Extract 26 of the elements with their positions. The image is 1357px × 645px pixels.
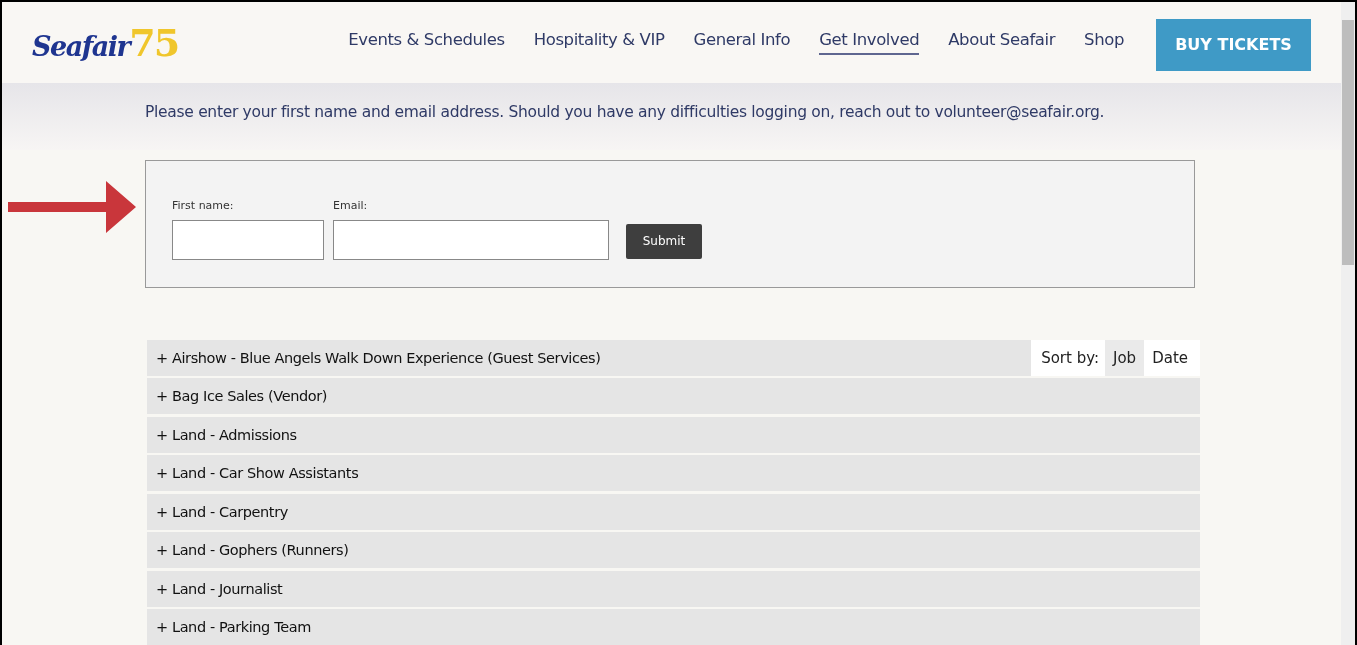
job-row[interactable]: + Airshow - Blue Angels Walk Down Experience (Guest Services)	[147, 339, 1032, 376]
sort-option[interactable]: Job	[1105, 339, 1145, 376]
job-row[interactable]: + Land - Admissions	[147, 416, 1200, 453]
arrow-icon	[8, 180, 136, 233]
field-label: First name:	[172, 198, 235, 212]
input-field[interactable]	[333, 219, 609, 260]
nav-link[interactable]: Get Involved	[819, 30, 920, 56]
scrollbar-thumb[interactable]	[1342, 20, 1354, 265]
sort-label: Sort by:	[1040, 348, 1100, 367]
nav-link[interactable]: About Seafair	[948, 30, 1056, 56]
job-row[interactable]: + Land - Gophers (Runners)	[147, 532, 1200, 568]
intro-text: Please enter your first name and email address. Should you have any difficulties logging on, reach out to volunteer@seafair.org.	[145, 103, 1106, 122]
field-label: Email:	[333, 198, 369, 212]
job-row[interactable]: + Land - Car Show Assistants	[147, 455, 1200, 491]
submit-button[interactable]: Submit	[626, 223, 702, 259]
seafair-logo[interactable]: Seafair75	[32, 20, 179, 66]
nav-link[interactable]: Hospitality & VIP	[533, 30, 665, 56]
job-row[interactable]: + Land - Parking Team	[147, 609, 1200, 645]
input-field[interactable]	[172, 219, 324, 260]
job-row[interactable]: + Land - Carpentry	[147, 493, 1200, 530]
nav-link[interactable]: Events & Schedules	[348, 30, 505, 56]
nav-link[interactable]: General Info	[693, 30, 791, 56]
nav-link[interactable]: Shop	[1084, 30, 1124, 56]
job-row[interactable]: + Bag Ice Sales (Vendor)	[147, 378, 1200, 414]
scrollbar[interactable]	[1341, 2, 1355, 645]
job-row[interactable]: + Land - Journalist	[147, 570, 1200, 607]
